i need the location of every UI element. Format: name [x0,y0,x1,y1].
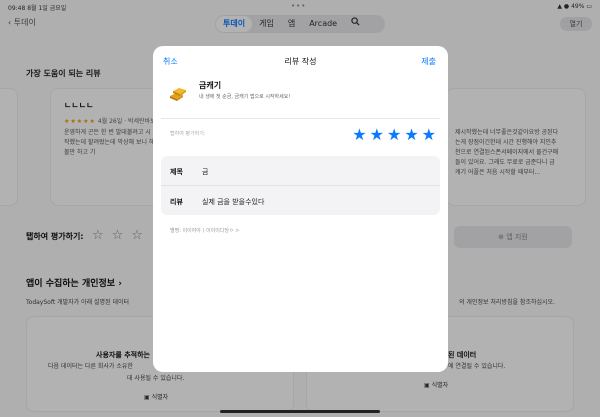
title-field-label: 제목 [170,168,183,176]
title-field-value[interactable]: 금 [202,167,208,177]
title-field[interactable]: 제목 금 [161,156,440,185]
app-name: 금캐기 [199,81,222,90]
divider [161,118,440,119]
app-info: 금캐기 내 생애 첫 순금, 금캐기 앱으로 시작하세요! [165,76,436,116]
submit-button[interactable]: 제출 [421,56,436,67]
modal-header: 취소 리뷰 작성 제출 [153,46,448,74]
gold-bars-icon [167,82,189,104]
rate-prompt: 탭하여 평가하기: [170,131,206,137]
star-rating[interactable]: ★★★★★ [352,125,439,144]
modal-title: 리뷰 작성 [284,57,317,66]
nickname-link[interactable]: 별명: 이이야야 ) 이이이디당ㅇ > [170,227,239,234]
write-review-modal: 취소 리뷰 작성 제출 금캐기 내 생애 첫 순금, 금캐기 앱으로 시작하세요… [153,46,448,372]
review-field-label: 리뷰 [170,198,183,206]
app-description: 내 생애 첫 순금, 금캐기 앱으로 시작하세요! [199,94,291,100]
home-indicator[interactable] [220,410,380,413]
review-form: 제목 금 리뷰 실제 금을 받을수있다 [161,156,440,215]
review-field-value[interactable]: 실제 금을 받을수있다 [202,197,264,207]
review-field[interactable]: 리뷰 실제 금을 받을수있다 [161,186,440,215]
